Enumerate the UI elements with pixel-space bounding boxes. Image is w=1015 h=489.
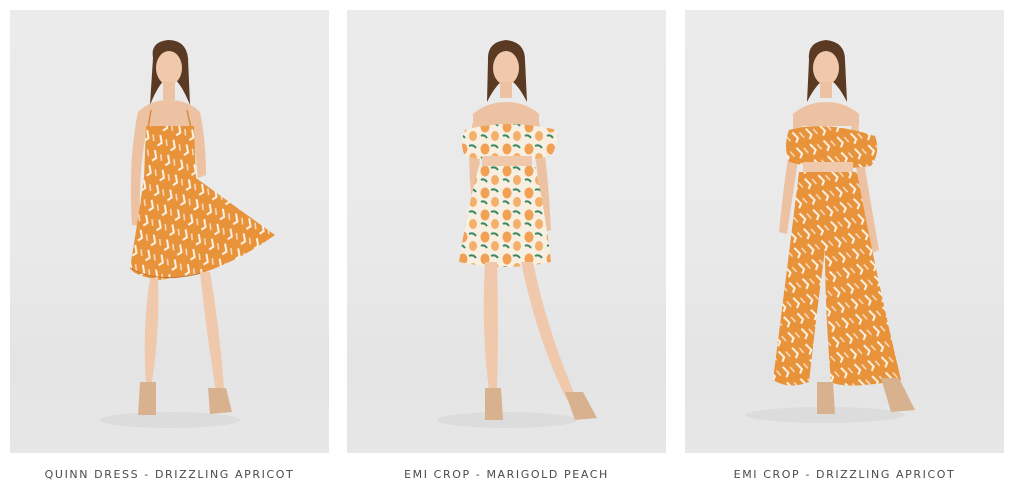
product-grid: QUINN DRESS - DRIZZLING APRICOT EMI CROP… — [0, 0, 1015, 489]
product-image[interactable] — [347, 10, 666, 453]
product-card-emi-crop-marigold-peach[interactable]: EMI CROP - MARIGOLD PEACH — [347, 10, 666, 483]
product-name[interactable]: QUINN DRESS - DRIZZLING APRICOT — [10, 467, 329, 483]
product-card-emi-crop-drizzling-apricot[interactable]: EMI CROP - DRIZZLING APRICOT — [685, 10, 1004, 483]
product-image[interactable] — [685, 10, 1004, 453]
model-photo-illustration — [745, 40, 915, 423]
product-image[interactable] — [10, 10, 329, 453]
model-photo-illustration — [437, 40, 597, 428]
product-name[interactable]: EMI CROP - MARIGOLD PEACH — [347, 467, 666, 483]
product-name[interactable]: EMI CROP - DRIZZLING APRICOT — [685, 467, 1004, 483]
product-card-quinn-dress[interactable]: QUINN DRESS - DRIZZLING APRICOT — [10, 10, 329, 483]
model-photo-illustration — [100, 40, 275, 428]
